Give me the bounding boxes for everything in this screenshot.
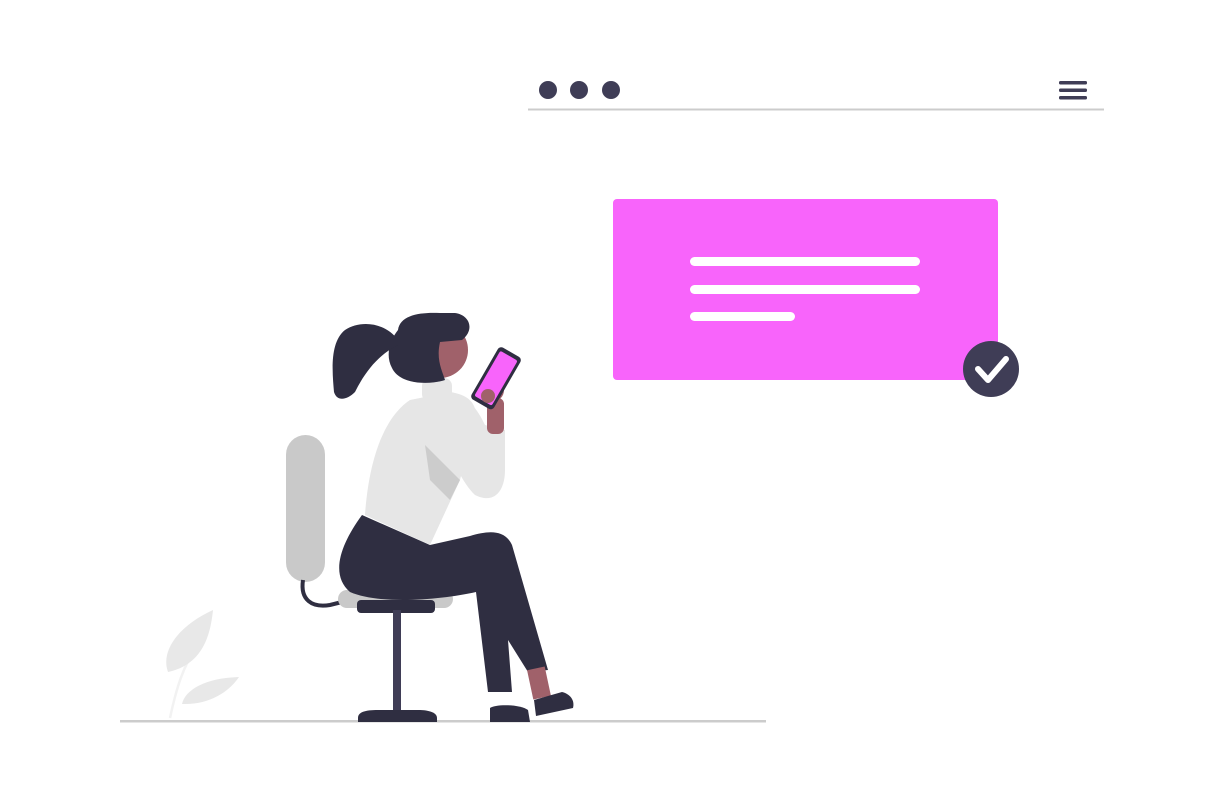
message-line-1 bbox=[690, 257, 920, 266]
person-ankle bbox=[527, 666, 551, 700]
chair-foot bbox=[358, 710, 437, 722]
window-dot-2[interactable] bbox=[570, 81, 588, 99]
chair-backrest bbox=[286, 435, 325, 582]
person-shoe-left bbox=[490, 705, 530, 722]
checkmark-circle-icon bbox=[963, 341, 1019, 397]
floor-line bbox=[120, 720, 766, 723]
window-dot-1[interactable] bbox=[539, 81, 557, 99]
plant-icon bbox=[166, 610, 239, 719]
smartphone-icon bbox=[471, 347, 521, 410]
message-line-2 bbox=[690, 285, 920, 294]
window-dot-3[interactable] bbox=[602, 81, 620, 99]
hamburger-menu-icon[interactable] bbox=[1059, 81, 1087, 100]
person-thumb bbox=[481, 389, 495, 403]
person-ponytail bbox=[332, 324, 398, 399]
illustration-canvas bbox=[120, 81, 1104, 723]
message-line-3 bbox=[690, 312, 795, 321]
browser-window-header bbox=[528, 81, 1104, 111]
chair-pole bbox=[393, 610, 401, 712]
message-card bbox=[613, 199, 1019, 397]
browser-divider bbox=[528, 108, 1104, 111]
person-figure bbox=[332, 312, 574, 722]
